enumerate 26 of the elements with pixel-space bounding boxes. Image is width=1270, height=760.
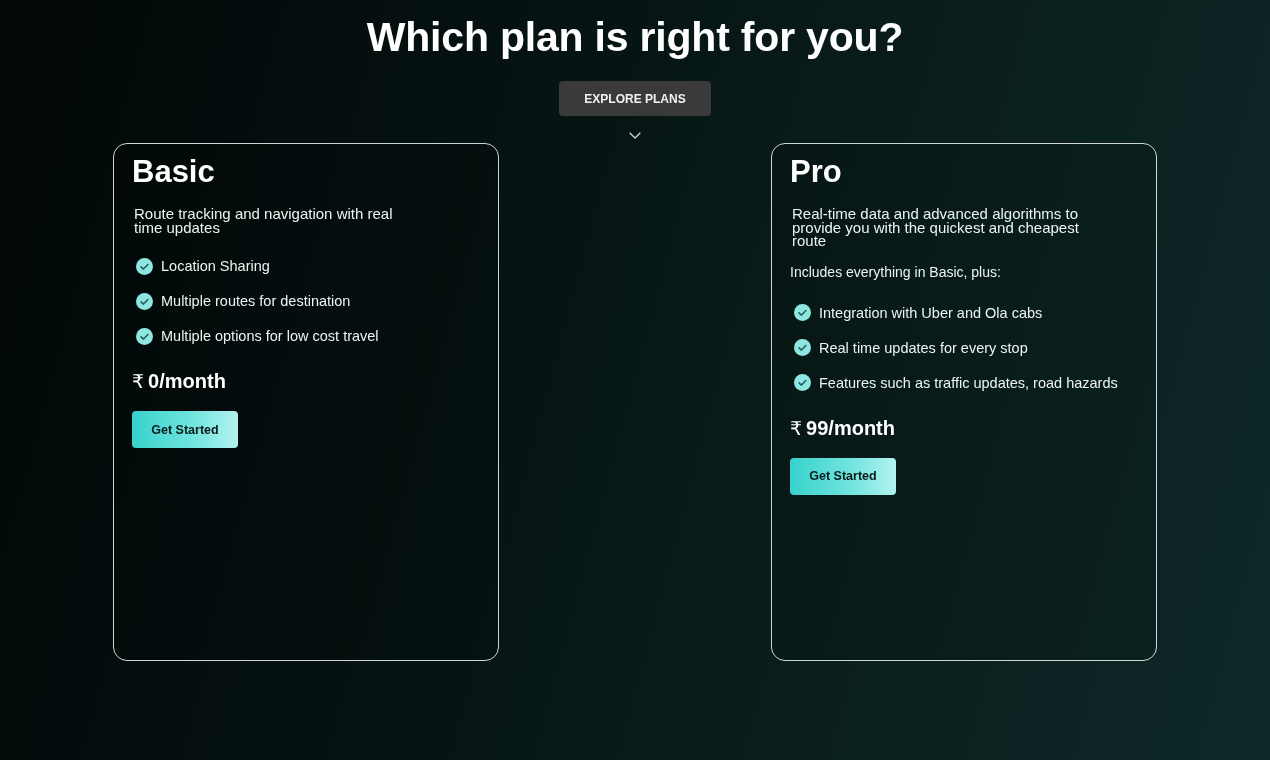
plan-includes-note: Includes everything in Basic, plus: — [790, 263, 1001, 281]
check-circle-icon — [136, 292, 153, 310]
currency-symbol: ₹ — [132, 370, 145, 392]
plan-description: Route tracking and navigation with real time updates — [133, 207, 394, 234]
check-circle-icon — [794, 339, 811, 356]
plan-title: Pro — [790, 153, 842, 191]
plan-description: Real-time data and advanced algorithms to provide you with the quickest and cheapest route — [791, 207, 1080, 248]
feature-text: Features such as traffic updates, road hazards — [819, 374, 1118, 391]
chevron-down-icon — [629, 132, 641, 139]
check-circle-icon — [794, 304, 811, 321]
check-circle-icon — [794, 374, 811, 391]
feature-text: Multiple options for low cost travel — [161, 328, 379, 344]
feature-text: Real time updates for every stop — [819, 339, 1028, 356]
explore-plans-button[interactable]: EXPLORE PLANS — [559, 81, 711, 116]
get-started-button[interactable]: Get Started — [132, 411, 238, 448]
price-text: 0/month — [148, 370, 226, 393]
check-circle-icon — [136, 327, 153, 345]
page-heading: Which plan is right for you? — [366, 13, 904, 61]
plan-title: Basic — [132, 153, 215, 191]
feature-text: Integration with Uber and Ola cabs — [819, 304, 1043, 321]
currency-symbol: ₹ — [790, 416, 803, 439]
check-circle-icon — [136, 257, 153, 275]
feature-text: Multiple routes for destination — [161, 293, 351, 309]
price-text: 99/month — [806, 416, 895, 440]
feature-text: Location Sharing — [161, 258, 270, 274]
get-started-button[interactable]: Get Started — [790, 457, 896, 495]
